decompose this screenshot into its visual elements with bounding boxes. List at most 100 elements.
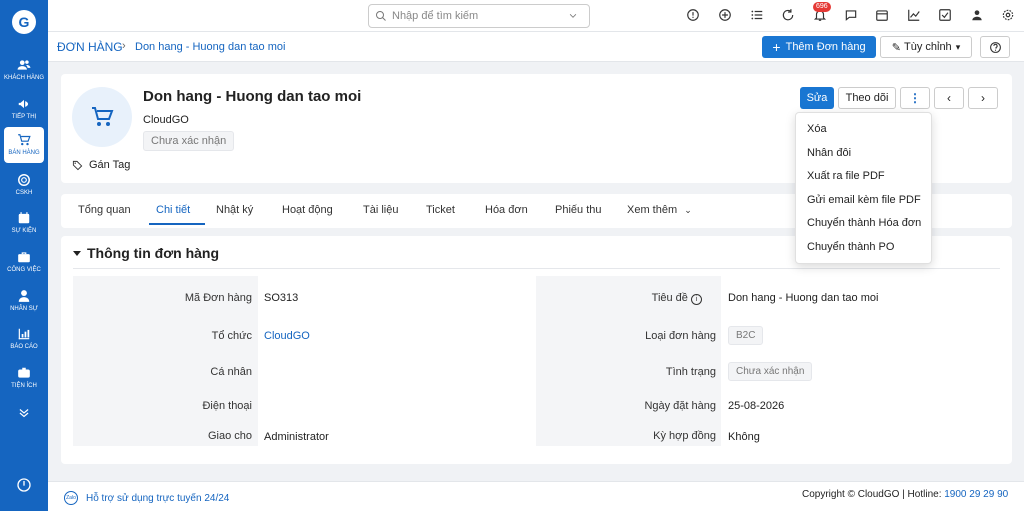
tab-receipts[interactable]: Phiếu thu bbox=[555, 204, 601, 216]
customize-button[interactable]: ✎ Tùy chỉnh ▾ bbox=[880, 36, 972, 58]
section-header[interactable]: Thông tin đơn hàng bbox=[73, 245, 219, 261]
breadcrumb-chevron-icon: › bbox=[122, 40, 126, 52]
tab-details[interactable]: Chi tiết bbox=[156, 204, 190, 216]
top-bar: Nhập để tìm kiếm 696 bbox=[48, 0, 1024, 32]
tab-invoices[interactable]: Hóa đơn bbox=[485, 204, 528, 216]
field-label-subject-text: Tiêu đề bbox=[651, 292, 688, 304]
briefcase-icon bbox=[18, 252, 30, 263]
question-icon bbox=[989, 41, 1001, 53]
footer: Zalo Hỗ trợ sử dụng trực tuyến 24/24 Cop… bbox=[48, 481, 1024, 511]
customize-label: Tùy chỉnh bbox=[903, 41, 952, 53]
breadcrumb-current[interactable]: Don hang - Huong dan tao moi bbox=[135, 41, 285, 53]
edit-button[interactable]: Sửa bbox=[800, 87, 834, 109]
tab-more-label: Xem thêm bbox=[627, 204, 678, 216]
field-label-contact: Cá nhân bbox=[210, 366, 252, 378]
search-icon bbox=[376, 11, 386, 21]
sidebar-item-customers[interactable]: KHÁCH HÀNG bbox=[2, 52, 46, 88]
field-value-contract-term: Không bbox=[728, 431, 760, 443]
checkbox-icon[interactable] bbox=[938, 8, 952, 22]
tab-ticket[interactable]: Ticket bbox=[426, 204, 455, 216]
add-circle-icon[interactable] bbox=[718, 8, 732, 22]
copyright: Copyright © CloudGO | Hotline: 1900 29 2… bbox=[802, 489, 1008, 500]
sidebar-item-cskh[interactable]: CSKH bbox=[2, 167, 46, 203]
search-input[interactable]: Nhập để tìm kiếm bbox=[368, 4, 590, 28]
field-value-organization[interactable]: CloudGO bbox=[264, 330, 310, 342]
field-value-subject: Don hang - Huong dan tao moi bbox=[728, 292, 879, 304]
zalo-icon: Zalo bbox=[64, 491, 78, 505]
list-icon[interactable] bbox=[750, 8, 764, 22]
notification-badge: 696 bbox=[813, 2, 831, 12]
details-section: Thông tin đơn hàng Mã Đơn hàng SO313 Tổ … bbox=[61, 236, 1012, 464]
tab-documents[interactable]: Tài liệu bbox=[363, 204, 398, 216]
chat-icon[interactable] bbox=[844, 8, 858, 22]
section-divider bbox=[73, 268, 1000, 269]
sidebar-item-marketing[interactable]: TIẾP THỊ bbox=[2, 91, 46, 127]
sidebar-item-utilities[interactable]: TIỆN ÍCH bbox=[2, 360, 46, 396]
tab-more[interactable]: Xem thêm ⌄ bbox=[627, 204, 692, 216]
previous-record-button[interactable]: ‹ bbox=[934, 87, 964, 109]
app-logo[interactable]: G bbox=[12, 10, 36, 34]
field-label-order-code: Mã Đơn hàng bbox=[184, 292, 252, 304]
sidebar-item-tasks[interactable]: CÔNG VIỆC bbox=[2, 244, 46, 280]
menu-item-convert-po[interactable]: Chuyển thành PO bbox=[807, 241, 894, 253]
hotline-number[interactable]: 1900 29 29 90 bbox=[944, 489, 1008, 500]
sidebar-item-label: KHÁCH HÀNG bbox=[3, 75, 44, 81]
chevron-left-icon: ‹ bbox=[947, 91, 951, 105]
chevron-down-icon bbox=[569, 14, 577, 18]
next-record-button[interactable]: › bbox=[968, 87, 998, 109]
calendar-icon[interactable] bbox=[875, 8, 889, 22]
tab-activities[interactable]: Hoạt động bbox=[282, 204, 333, 216]
breadcrumb-root[interactable]: ĐƠN HÀNG bbox=[57, 40, 123, 54]
refresh-icon[interactable] bbox=[781, 8, 795, 22]
user-icon[interactable] bbox=[970, 8, 984, 22]
follow-button[interactable]: Theo dõi bbox=[838, 87, 896, 109]
chart-icon[interactable] bbox=[907, 8, 921, 22]
section-title: Thông tin đơn hàng bbox=[87, 245, 220, 261]
more-actions-button[interactable]: ⋮ bbox=[900, 87, 930, 109]
field-label-order-date: Ngày đặt hàng bbox=[644, 400, 716, 412]
assign-tag-button[interactable]: Gán Tag bbox=[72, 159, 130, 171]
logout-icon[interactable] bbox=[16, 477, 32, 493]
utilities-icon bbox=[18, 367, 30, 378]
online-support-link[interactable]: Zalo Hỗ trợ sử dụng trực tuyến 24/24 bbox=[64, 491, 229, 505]
chevron-right-icon: › bbox=[981, 91, 985, 105]
sidebar-expand-button[interactable] bbox=[2, 396, 46, 432]
status-badge: Chưa xác nhận bbox=[143, 131, 235, 151]
copyright-text: Copyright © CloudGO | Hotline: bbox=[802, 489, 942, 500]
report-icon bbox=[18, 328, 30, 340]
tab-log[interactable]: Nhật ký bbox=[216, 204, 253, 216]
sidebar-item-reports[interactable]: BÁO CÁO bbox=[2, 321, 46, 357]
menu-item-delete[interactable]: Xóa bbox=[807, 123, 827, 135]
menu-item-convert-invoice[interactable]: Chuyển thành Hóa đơn bbox=[807, 217, 921, 229]
tag-icon bbox=[72, 160, 83, 170]
breadcrumb-bar: ĐƠN HÀNG › Don hang - Huong dan tao moi … bbox=[48, 32, 1024, 62]
sidebar-item-sales[interactable]: BÁN HÀNG bbox=[4, 127, 44, 163]
field-value-status: Chưa xác nhận bbox=[728, 362, 813, 381]
sidebar-item-label: NHÂN SỰ bbox=[10, 306, 38, 312]
search-placeholder: Nhập để tìm kiếm bbox=[392, 10, 479, 22]
menu-item-export-pdf[interactable]: Xuất ra file PDF bbox=[807, 170, 885, 182]
menu-item-duplicate[interactable]: Nhân đôi bbox=[807, 147, 851, 159]
tab-overview[interactable]: Tổng quan bbox=[78, 204, 131, 216]
sidebar-item-label: SỰ KIỆN bbox=[11, 228, 37, 234]
active-tab-indicator bbox=[149, 223, 205, 225]
field-label-contract-term: Kỳ hợp đồng bbox=[653, 430, 716, 442]
gear-icon[interactable] bbox=[1001, 8, 1015, 22]
sidebar-item-hr[interactable]: NHÂN SỰ bbox=[2, 283, 46, 319]
caret-down-icon bbox=[73, 250, 81, 256]
support-icon bbox=[18, 174, 30, 186]
calendar-icon bbox=[18, 212, 30, 224]
info-icon[interactable] bbox=[686, 8, 700, 22]
menu-item-email-pdf[interactable]: Gửi email kèm file PDF bbox=[807, 194, 921, 206]
sidebar-item-label: BÁN HÀNG bbox=[8, 150, 40, 156]
sidebar-item-events[interactable]: SỰ KIỆN bbox=[2, 205, 46, 241]
more-actions-menu: Xóa Nhân đôi Xuất ra file PDF Gửi email … bbox=[795, 112, 932, 264]
record-avatar bbox=[72, 87, 132, 147]
sidebar: G KHÁCH HÀNG TIẾP THỊ BÁN HÀNG CSKH SỰ K… bbox=[0, 0, 48, 511]
help-button[interactable] bbox=[980, 36, 1010, 58]
chevron-down-icon: ▾ bbox=[955, 41, 961, 52]
person-icon bbox=[18, 290, 30, 302]
support-text: Hỗ trợ sử dụng trực tuyến 24/24 bbox=[86, 492, 230, 504]
sidebar-item-label: CÔNG VIỆC bbox=[7, 267, 41, 273]
add-order-button[interactable]: + Thêm Đơn hàng bbox=[762, 36, 876, 58]
